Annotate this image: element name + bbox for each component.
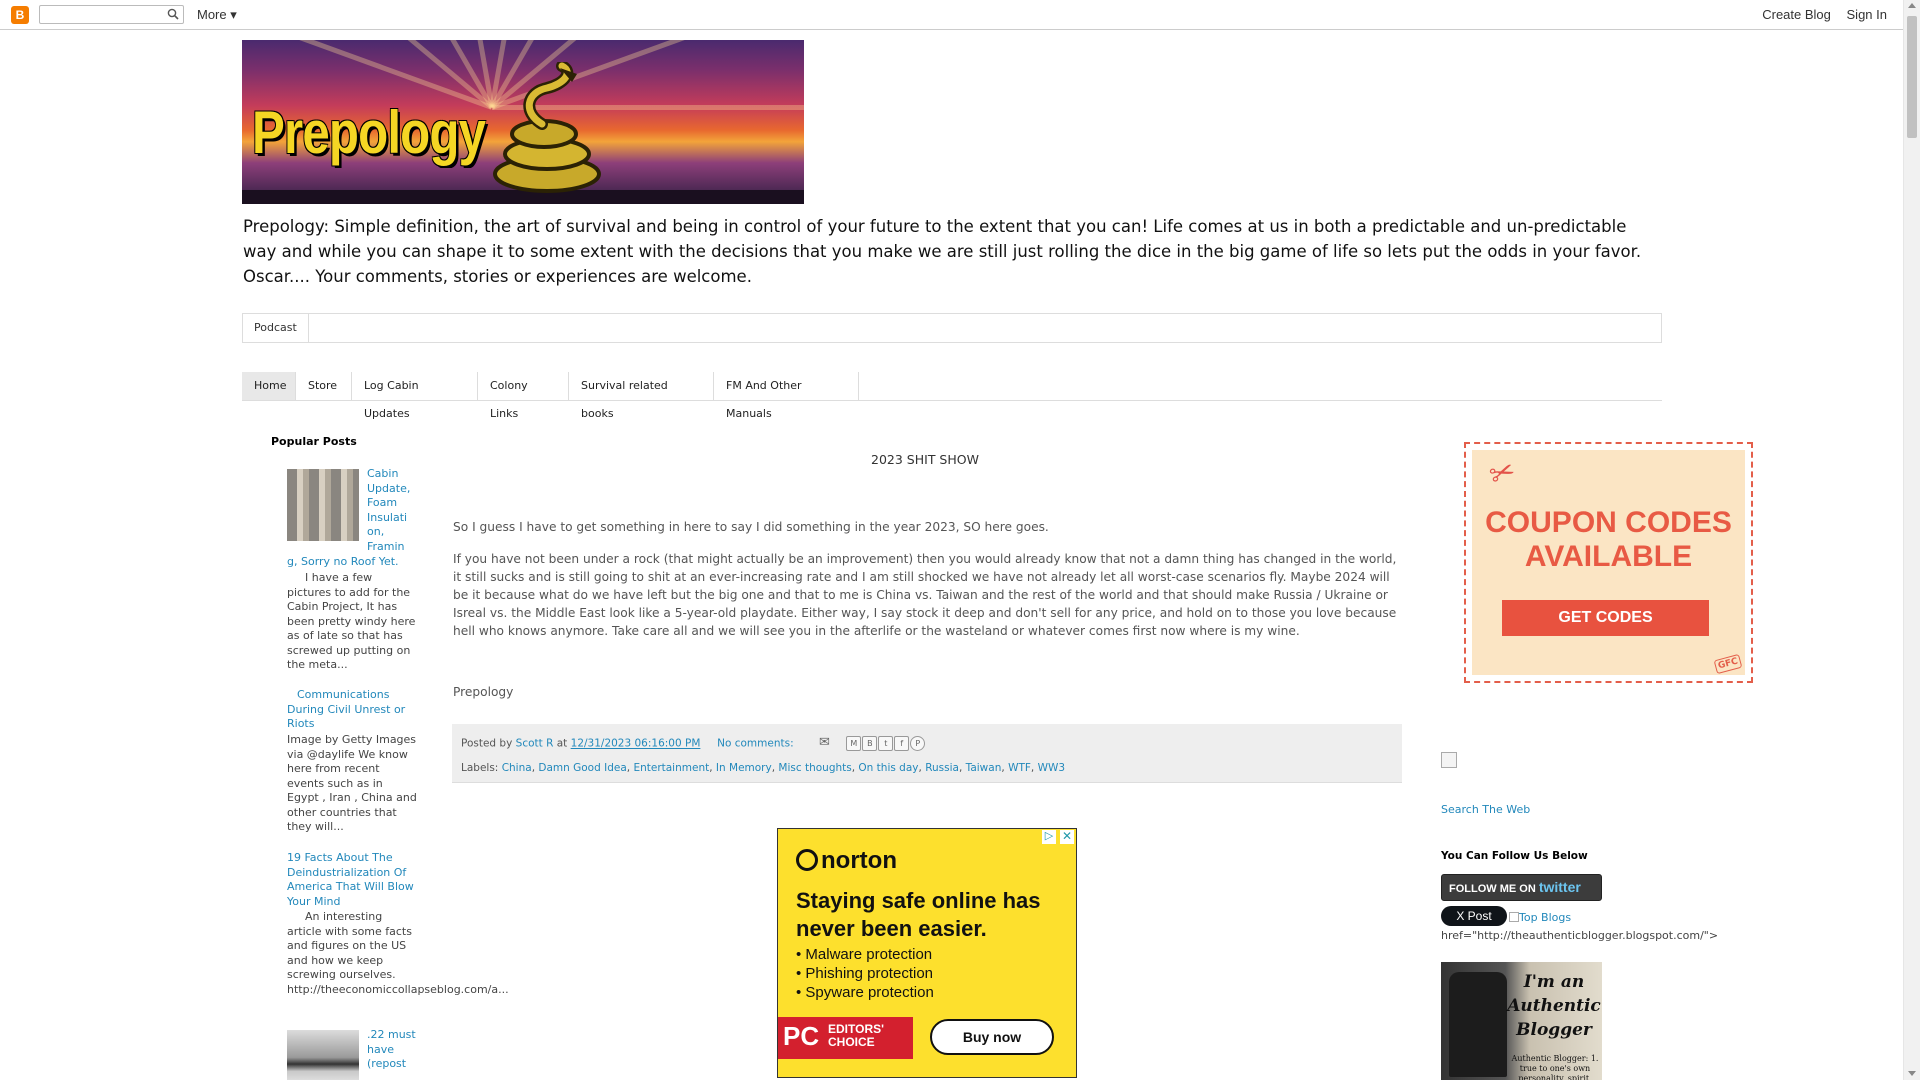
popular-posts-title: Popular Posts [271, 435, 357, 448]
norton-feature: Phishing protection [796, 964, 934, 983]
norton-logo: norton [796, 847, 897, 875]
labels-prefix: Labels: [461, 762, 499, 774]
popular-post-link[interactable]: .22 must have (repost [367, 1028, 417, 1072]
post-title[interactable]: 2023 SHIT SHOW [452, 452, 1398, 467]
popular-post-snippet: An interesting article with some facts a… [287, 910, 509, 996]
tab-store[interactable]: Store [296, 372, 352, 400]
at-label: at [556, 737, 568, 750]
jar-image [1449, 972, 1507, 1077]
coupon-ad[interactable]: ✂ COUPON CODES AVAILABLE GET CODES GFC [1464, 442, 1753, 683]
norton-feature: Malware protection [796, 945, 934, 964]
coiled-snake-icon [493, 62, 601, 193]
label-link[interactable]: On this day [858, 762, 918, 774]
label-link[interactable]: Damn Good Idea [538, 762, 626, 774]
get-codes-button[interactable]: GET CODES [1502, 600, 1709, 636]
scroll-thumb[interactable] [1907, 16, 1917, 138]
popular-post-link[interactable]: Communications During Civil Unrest or Ri… [287, 688, 417, 732]
post-footer: Posted by Scott R at 12/31/2023 06:16:00… [452, 724, 1402, 783]
popular-post-link[interactable]: Cabin Update, Foam Insulati on, Framin [367, 467, 417, 554]
tab-log-cabin-updates[interactable]: Log Cabin Updates [352, 372, 478, 420]
tab-home[interactable]: Home [242, 372, 296, 400]
authentic-blogger-badge[interactable]: I'm an Authentic Blogger Authentic Blogg… [1441, 962, 1602, 1080]
navbar-account-links: Create Blog Sign In [1750, 7, 1887, 22]
popular-posts-widget: Popular Posts Cabin Update, Foam Insulat… [271, 435, 509, 1080]
blog-description: Prepology: Simple definition, the art of… [243, 217, 1642, 286]
blogger-logo-icon[interactable]: B [11, 6, 29, 24]
tab-survival-related-books[interactable]: Survival related books [569, 372, 714, 420]
adchoices-icon[interactable]: ▷ [1042, 830, 1056, 844]
post-signature: Prepology [453, 685, 514, 699]
top-blogs-link[interactable]: Top Blogs [1509, 911, 1571, 924]
email-post-icon[interactable]: ✉ [817, 736, 832, 751]
label-link[interactable]: WTF [1008, 762, 1031, 774]
blogger-navbar: B More ▾ Create Blog Sign In [0, 0, 1903, 30]
scroll-down-arrow-icon[interactable] [1908, 1071, 1916, 1076]
norton-ad[interactable]: ▷ ✕ norton Staying safe online has never… [777, 828, 1077, 1078]
create-blog-link[interactable]: Create Blog [1762, 7, 1831, 22]
share-pinterest-icon[interactable]: P [910, 736, 926, 751]
authentic-blogger-title: I'm an Authentic Blogger [1507, 972, 1601, 1040]
coupon-ad-body: ✂ COUPON CODES AVAILABLE GET CODES GFC [1472, 450, 1745, 675]
label-link[interactable]: In Memory [716, 762, 772, 774]
post-paragraph: So I guess I have to get something in he… [453, 520, 1049, 534]
post-thumbnail[interactable] [287, 1030, 359, 1080]
share-twitter-icon[interactable]: t [878, 736, 894, 751]
post-timestamp-link[interactable]: 12/31/2023 06:16:00 PM [571, 738, 701, 750]
post-labels: Labels: China, Damn Good Idea, Entertain… [461, 762, 1066, 774]
sign-in-link[interactable]: Sign In [1847, 7, 1887, 22]
follow-on-twitter-button[interactable]: FOLLOW ME ON twitter [1441, 874, 1602, 901]
search-the-web-link[interactable]: Search The Web [1441, 803, 1530, 816]
popular-post-link[interactable]: 19 Facts About The Deindustrialization O… [287, 851, 417, 909]
tab-colony-links[interactable]: Colony Links [478, 372, 569, 420]
buy-now-button[interactable]: Buy now [930, 1019, 1054, 1055]
close-ad-icon[interactable]: ✕ [1060, 830, 1074, 844]
popular-post-snippet: I have a few pictures to add for the Cab… [287, 571, 416, 671]
norton-feature: Spyware protection [796, 983, 933, 1002]
broken-image-icon[interactable] [1441, 752, 1457, 768]
follow-us-title: You Can Follow Us Below [1441, 850, 1588, 862]
scroll-up-arrow-icon[interactable] [1908, 3, 1916, 8]
label-link[interactable]: Misc thoughts [778, 762, 851, 774]
posted-by-label: Posted by [461, 737, 513, 750]
popular-post-link-continued[interactable]: g, Sorry no Roof Yet. [287, 555, 417, 570]
norton-feature-list: Malware protection Phishing protection S… [796, 945, 934, 1002]
norton-headline: Staying safe online has never been easie… [796, 888, 1041, 941]
tab-podcast[interactable]: Podcast [243, 314, 309, 342]
comments-link[interactable]: No comments: [717, 738, 794, 750]
broken-image-icon [1509, 912, 1519, 922]
post-thumbnail[interactable] [287, 469, 359, 541]
label-link[interactable]: WW3 [1038, 762, 1065, 774]
scrollbar[interactable] [1903, 0, 1920, 1080]
blog-header-image[interactable]: Prepology [242, 40, 804, 204]
coupon-headline: COUPON CODES AVAILABLE [1485, 506, 1732, 573]
pc-editors-choice-badge: PC EDITORS' CHOICE [778, 1017, 913, 1059]
x-post-button[interactable]: X Post [1441, 906, 1507, 926]
search-input[interactable] [39, 5, 184, 24]
share-blogthis-icon[interactable]: B [862, 736, 878, 751]
twitter-logo: twitter [1538, 879, 1581, 895]
label-link[interactable]: Taiwan [966, 762, 1002, 774]
share-email-icon[interactable]: M [846, 736, 862, 751]
search-icon[interactable] [167, 8, 179, 20]
scissors-icon: ✂ [1484, 452, 1521, 495]
more-menu[interactable]: More ▾ [197, 7, 237, 23]
stray-href-text: href="http://theauthenticblogger.blogspo… [1441, 929, 1719, 942]
popular-post-snippet: Image by Getty Images via @daylife We kn… [287, 733, 417, 833]
post-meta-line: Posted by Scott R at 12/31/2023 06:16:00… [461, 736, 926, 751]
norton-check-icon [796, 849, 818, 871]
label-link[interactable]: Entertainment [633, 762, 709, 774]
authentic-blogger-definition: Authentic Blogger: 1. true to one's own … [1511, 1054, 1599, 1080]
pages-bar: Podcast [242, 313, 1662, 343]
tab-fm-and-other-manuals[interactable]: FM And Other Manuals [714, 372, 859, 420]
author-link[interactable]: Scott R [516, 738, 554, 750]
main-nav-tabs: Home Store Log Cabin Updates Colony Link… [242, 372, 1662, 420]
share-facebook-icon[interactable]: f [894, 736, 910, 751]
post-paragraph: If you have not been under a rock (that … [453, 552, 1397, 638]
header-title: Prepology [252, 99, 486, 166]
gfc-badge: GFC [1713, 653, 1743, 675]
label-link[interactable]: Russia [925, 762, 959, 774]
label-link[interactable]: China [502, 762, 532, 774]
